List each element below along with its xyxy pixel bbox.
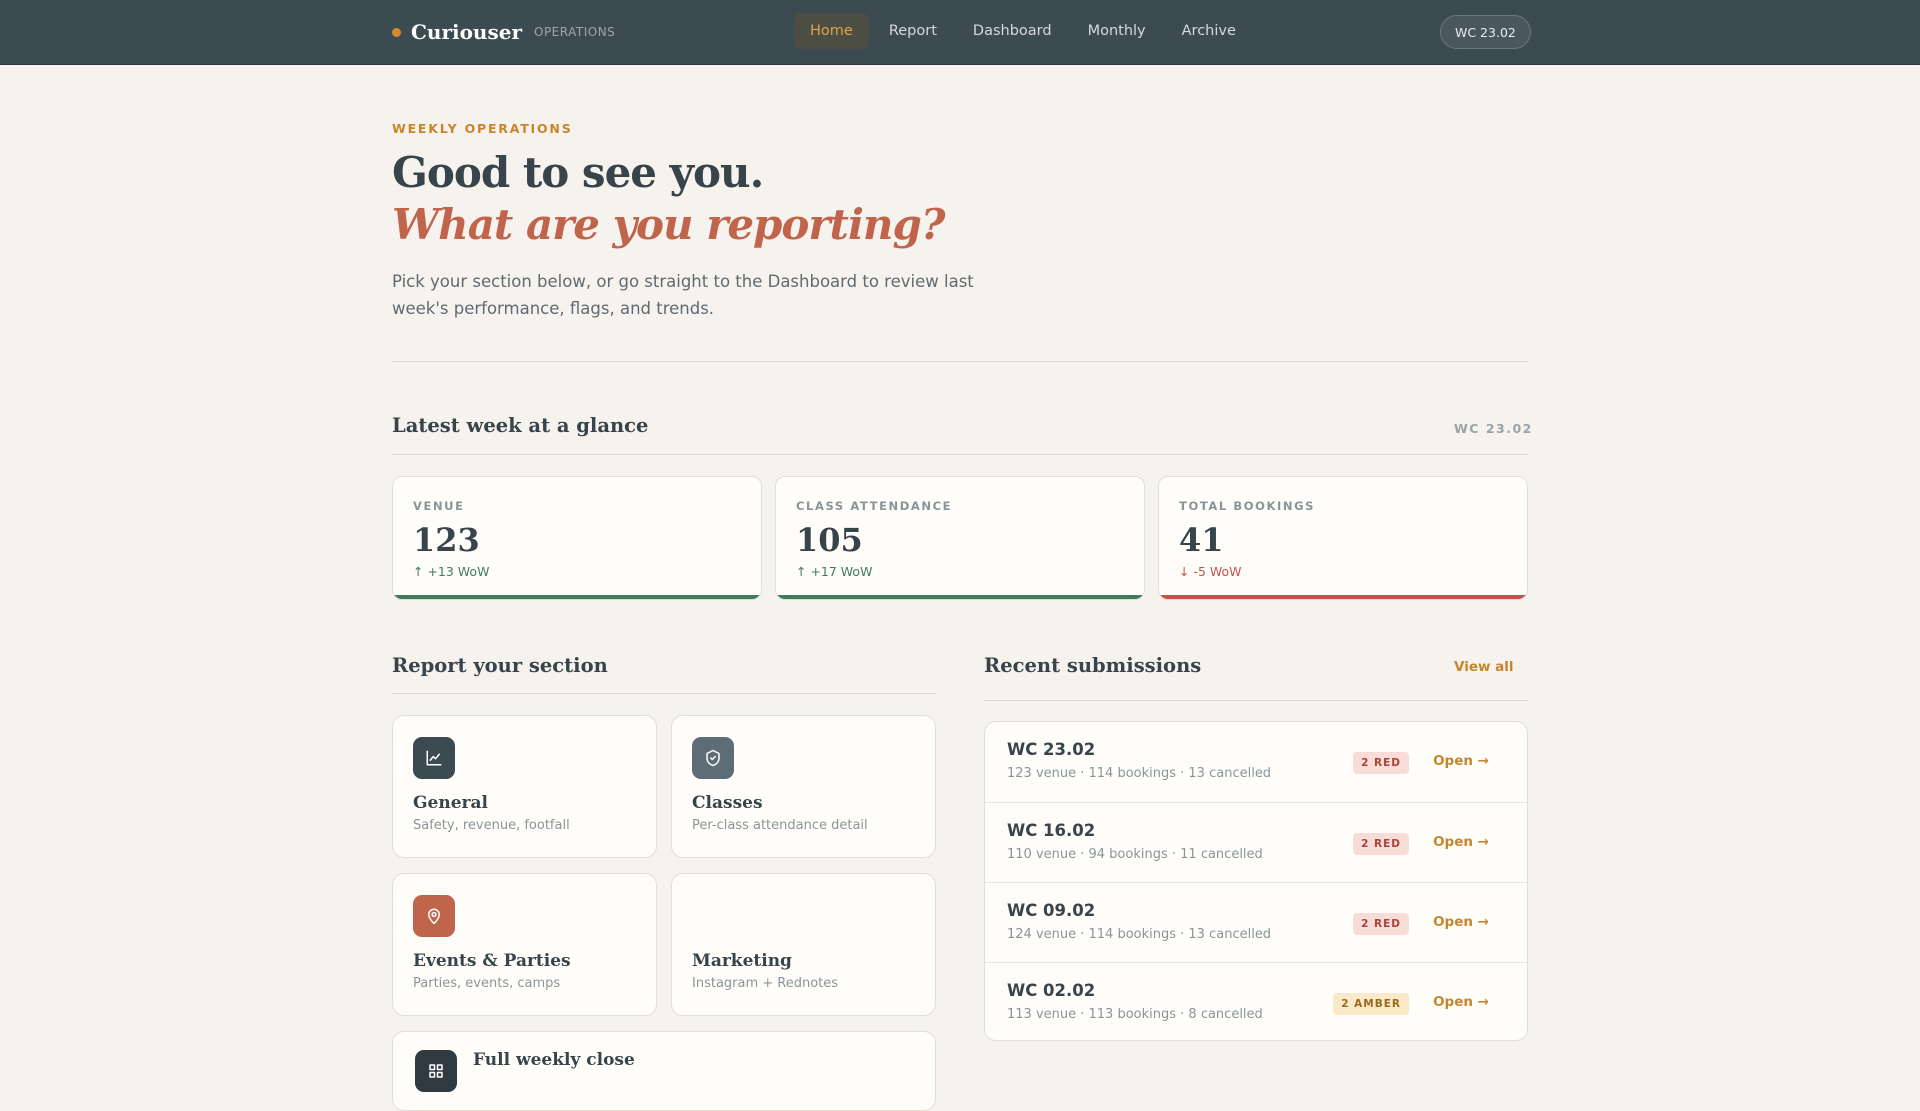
- submission-week: WC 09.02: [1007, 901, 1096, 920]
- section-card-marketing[interactable]: Marketing Instagram + Rednotes: [671, 873, 936, 1016]
- open-link[interactable]: Open →: [1433, 994, 1489, 1010]
- stat-value: 105: [796, 521, 863, 559]
- submission-week: WC 23.02: [1007, 740, 1096, 759]
- submission-week: WC 02.02: [1007, 981, 1096, 1000]
- card-title: General: [413, 793, 488, 813]
- brand-dot-icon: [392, 27, 401, 37]
- submission-row[interactable]: WC 02.02 113 venue · 113 bookings · 8 ca…: [985, 962, 1527, 1040]
- stat-card-class-attendance: CLASS ATTENDANCE 105 ↑ +17 WoW: [775, 476, 1145, 600]
- report-title: Report your section: [392, 654, 608, 677]
- submission-summary: 123 venue · 114 bookings · 13 cancelled: [1007, 766, 1272, 781]
- brand-name: Curiouser: [411, 20, 522, 44]
- card-title: Full weekly close: [473, 1050, 635, 1070]
- card-title: Marketing: [692, 951, 792, 971]
- hero-description: Pick your section below, or go straight …: [392, 272, 974, 318]
- view-all-link[interactable]: View all: [1454, 659, 1514, 675]
- map-pin-icon: [413, 895, 455, 937]
- stat-card-venue: VENUE 123 ↑ +13 WoW: [392, 476, 762, 600]
- submission-row[interactable]: WC 09.02 124 venue · 114 bookings · 13 c…: [985, 882, 1527, 962]
- shield-check-icon: [692, 737, 734, 779]
- stat-label: TOTAL BOOKINGS: [1179, 499, 1316, 513]
- stat-delta: ↑ +17 WoW: [796, 564, 873, 579]
- stat-delta: ↓ -5 WoW: [1179, 564, 1242, 579]
- main-nav: Home Report Dashboard Monthly Archive: [794, 13, 1256, 49]
- glance-title: Latest week at a glance: [392, 414, 649, 437]
- status-badge: 2 RED: [1353, 752, 1409, 774]
- section-card-classes[interactable]: Classes Per-class attendance detail: [671, 715, 936, 858]
- card-subtitle: Instagram + Rednotes: [692, 976, 839, 991]
- recent-submissions-list: WC 23.02 123 venue · 114 bookings · 13 c…: [984, 721, 1528, 1041]
- stat-accent-bar: [393, 595, 761, 599]
- brand[interactable]: Curiouser OPERATIONS: [392, 20, 615, 44]
- stat-value: 41: [1179, 521, 1224, 559]
- submission-row[interactable]: WC 16.02 110 venue · 94 bookings · 11 ca…: [985, 802, 1527, 882]
- report-divider: [392, 693, 936, 694]
- section-card-full-weekly-close[interactable]: Full weekly close: [392, 1031, 936, 1111]
- chart-line-icon: [413, 737, 455, 779]
- stat-card-total-bookings: TOTAL BOOKINGS 41 ↓ -5 WoW: [1158, 476, 1528, 600]
- submission-summary: 124 venue · 114 bookings · 13 cancelled: [1007, 927, 1272, 942]
- submission-week: WC 16.02: [1007, 821, 1096, 840]
- nav-dashboard[interactable]: Dashboard: [957, 13, 1068, 49]
- stat-value: 123: [413, 521, 480, 559]
- grid-icon: [415, 1050, 457, 1092]
- card-subtitle: Parties, events, camps: [413, 976, 561, 991]
- nav-report[interactable]: Report: [873, 13, 953, 49]
- card-subtitle: Per-class attendance detail: [692, 818, 868, 833]
- stat-label: VENUE: [413, 499, 465, 513]
- divider: [392, 361, 1528, 362]
- hero-subtitle: What are you reporting?: [392, 200, 945, 249]
- nav-home[interactable]: Home: [794, 13, 869, 49]
- submission-row[interactable]: WC 23.02 123 venue · 114 bookings · 13 c…: [985, 722, 1527, 802]
- status-badge: 2 RED: [1353, 913, 1409, 935]
- glance-divider: [392, 454, 1528, 455]
- stat-accent-bar: [776, 595, 1144, 599]
- glance-week-label: WC 23.02: [1454, 421, 1533, 436]
- card-title: Events & Parties: [413, 951, 571, 971]
- recent-divider: [984, 700, 1528, 701]
- week-selector-pill[interactable]: WC 23.02: [1440, 15, 1531, 49]
- card-title: Classes: [692, 793, 763, 813]
- section-card-events-parties[interactable]: Events & Parties Parties, events, camps: [392, 873, 657, 1016]
- submission-summary: 110 venue · 94 bookings · 11 cancelled: [1007, 847, 1263, 862]
- submission-summary: 113 venue · 113 bookings · 8 cancelled: [1007, 1007, 1263, 1022]
- nav-archive[interactable]: Archive: [1166, 13, 1252, 49]
- section-card-general[interactable]: General Safety, revenue, footfall: [392, 715, 657, 858]
- stat-label: CLASS ATTENDANCE: [796, 499, 953, 513]
- open-link[interactable]: Open →: [1433, 834, 1489, 850]
- brand-subtitle: OPERATIONS: [534, 25, 616, 39]
- recent-title: Recent submissions: [984, 654, 1202, 677]
- open-link[interactable]: Open →: [1433, 914, 1489, 930]
- hero-eyebrow: WEEKLY OPERATIONS: [392, 121, 573, 136]
- stat-accent-bar: [1159, 595, 1527, 599]
- status-badge: 2 RED: [1353, 833, 1409, 855]
- top-nav-bar: Curiouser OPERATIONS Home Report Dashboa…: [0, 0, 1920, 65]
- hero-title: Good to see you.: [392, 148, 764, 197]
- stat-delta: ↑ +13 WoW: [413, 564, 490, 579]
- status-badge: 2 AMBER: [1333, 993, 1409, 1015]
- nav-monthly[interactable]: Monthly: [1072, 13, 1162, 49]
- open-link[interactable]: Open →: [1433, 753, 1489, 769]
- card-subtitle: Safety, revenue, footfall: [413, 818, 570, 833]
